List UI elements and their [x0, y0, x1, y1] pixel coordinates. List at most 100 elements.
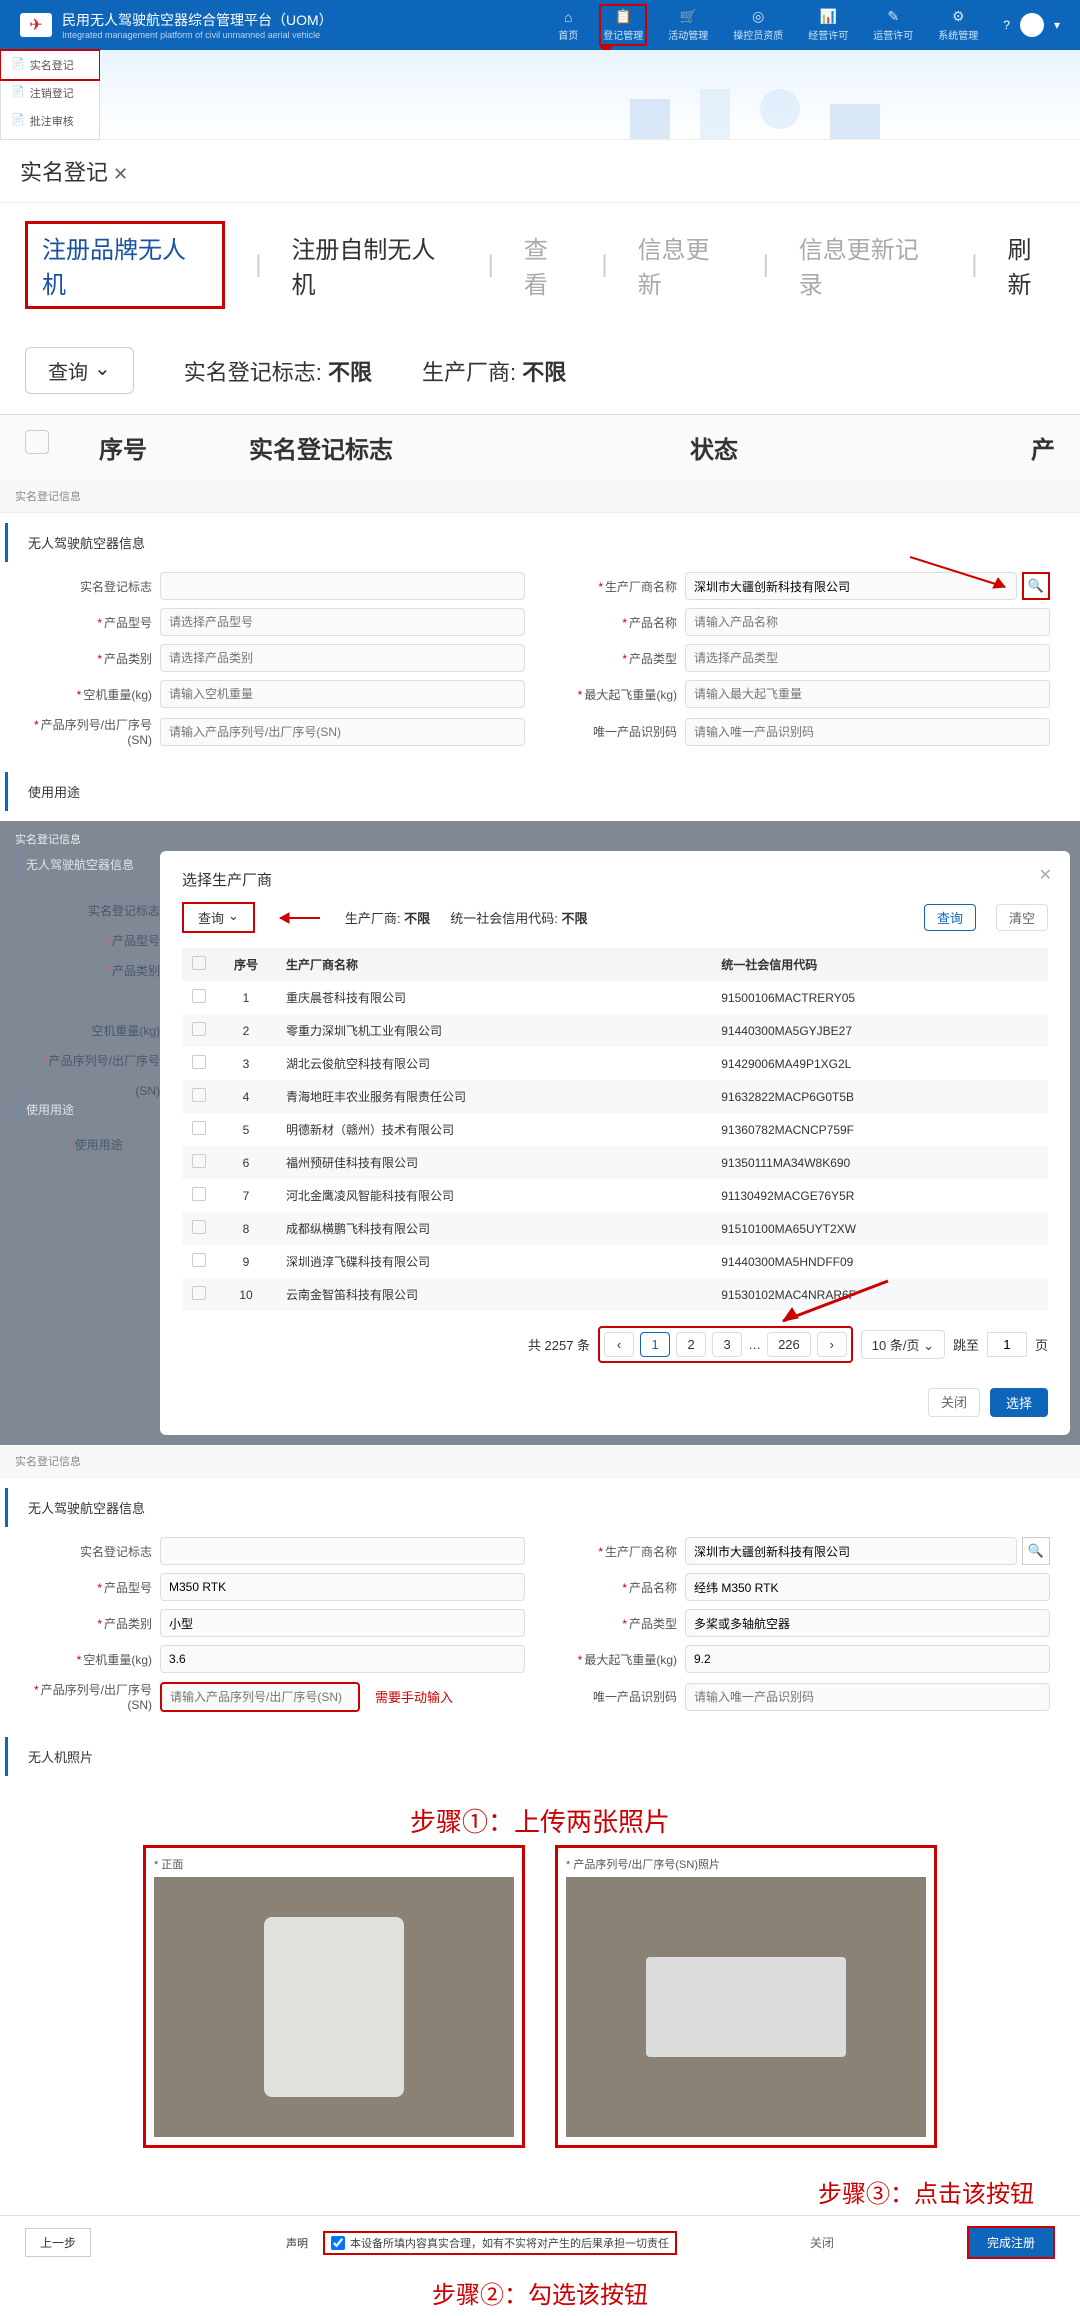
input-weight[interactable] — [160, 680, 525, 708]
nav-license[interactable]: 📊经营许可 — [808, 8, 848, 42]
license-icon: 📊 — [820, 8, 837, 25]
input-model[interactable] — [160, 1573, 525, 1601]
avatar[interactable] — [1020, 13, 1044, 37]
goto-input[interactable] — [987, 1332, 1027, 1357]
top-nav: ⌂首页 📋登记管理 🛒活动管理 ◎操控员资质 📊经营许可 ✎运营许可 ⚙系统管理 — [558, 8, 978, 42]
page-3[interactable]: 3 — [712, 1332, 742, 1357]
input-sn[interactable] — [160, 1682, 360, 1712]
sidebar-item-approve[interactable]: 📄 批注审核 — [1, 107, 99, 135]
cell-code: 91360782MACNCP759F — [711, 1113, 1048, 1146]
row-checkbox[interactable] — [192, 1253, 206, 1267]
page-1[interactable]: 1 — [640, 1332, 670, 1357]
nav-system[interactable]: ⚙系统管理 — [938, 8, 978, 42]
tab-diy[interactable]: 注册自制无人机 — [291, 230, 457, 300]
bg-breadcrumb: 实名登记信息 — [15, 831, 81, 847]
agree-checkbox[interactable] — [331, 2236, 345, 2250]
nav-activity[interactable]: 🛒活动管理 — [668, 8, 708, 42]
table-row[interactable]: 10 云南金智笛科技有限公司 91530102MAC4NRAR6F — [182, 1278, 1048, 1311]
sidebar-item-realname[interactable]: 📄 实名登记 — [1, 51, 99, 79]
table-row[interactable]: 5 明德新材（赣州）技术有限公司 91360782MACNCP759F — [182, 1113, 1048, 1146]
page-last[interactable]: 226 — [767, 1332, 811, 1357]
search-mfr-icon[interactable]: 🔍 — [1022, 572, 1050, 600]
per-page-select[interactable]: 10 条/页 ⌄ — [861, 1330, 945, 1359]
search-mfr-icon[interactable]: 🔍 — [1022, 1537, 1050, 1565]
table-row[interactable]: 6 福州预研佳科技有限公司 91350111MA34W8K690 — [182, 1146, 1048, 1179]
input-pcat[interactable] — [160, 1609, 525, 1637]
modal-search-button[interactable]: 查询 — [924, 904, 976, 931]
table-row[interactable]: 3 湖北云俊航空科技有限公司 91429006MA49P1XG2L — [182, 1047, 1048, 1080]
page-2[interactable]: 2 — [676, 1332, 706, 1357]
close-button[interactable]: 关闭 — [810, 2234, 834, 2251]
help-icon[interactable]: ? — [1003, 18, 1010, 32]
input-mark[interactable] — [160, 572, 525, 600]
tab-refresh[interactable]: 刷新 — [1008, 230, 1055, 300]
row-checkbox[interactable] — [192, 1154, 206, 1168]
row-checkbox[interactable] — [192, 1022, 206, 1036]
row-checkbox[interactable] — [192, 1286, 206, 1300]
table-row[interactable]: 4 青海地旺丰农业服务有限责任公司 91632822MACP6G0T5B — [182, 1080, 1048, 1113]
page-next[interactable]: › — [817, 1332, 847, 1357]
nav-register[interactable]: 📋登记管理 — [603, 8, 643, 42]
label-sn: *产品序列号/出厂序号(SN) — [30, 716, 160, 747]
tab-update[interactable]: 信息更新 — [638, 230, 733, 300]
row-checkbox[interactable] — [192, 1121, 206, 1135]
col-product: 产 — [879, 430, 1055, 465]
agree-checkbox-box[interactable]: 本设备所填内容真实合理，如有不实将对产生的后果承担一切责任 — [323, 2231, 677, 2255]
tab-brand[interactable]: 注册品牌无人机 — [25, 221, 225, 309]
table-row[interactable]: 8 成都纵横鹏飞科技有限公司 91510100MA65UYT2XW — [182, 1212, 1048, 1245]
input-pname[interactable] — [685, 1573, 1050, 1601]
label-uid: 唯一产品识别码 — [555, 1688, 685, 1705]
input-mark[interactable] — [160, 1537, 525, 1565]
nav-home[interactable]: ⌂首页 — [558, 9, 578, 42]
label-sn: *产品序列号/出厂序号(SN) — [30, 1681, 160, 1712]
input-pcat[interactable] — [160, 644, 525, 672]
input-pname[interactable] — [685, 608, 1050, 636]
finish-button[interactable]: 完成注册 — [967, 2226, 1055, 2259]
input-model[interactable] — [160, 608, 525, 636]
breadcrumb: 实名登记信息 — [0, 480, 1080, 513]
select-all-checkbox[interactable] — [25, 430, 49, 454]
table-row[interactable]: 2 零重力深圳飞机工业有限公司 91440300MA5GYJBE27 — [182, 1014, 1048, 1047]
modal-close-icon[interactable]: ✕ — [1039, 865, 1052, 885]
input-max[interactable] — [685, 680, 1050, 708]
input-sn[interactable] — [160, 718, 525, 746]
table-row[interactable]: 7 河北金鹰凌风智能科技有限公司 91130492MACGE76Y5R — [182, 1179, 1048, 1212]
input-max[interactable] — [685, 1645, 1050, 1673]
select-all-checkbox[interactable] — [192, 956, 206, 970]
input-uid[interactable] — [685, 1683, 1050, 1711]
query-dropdown[interactable]: 查询 ⌄ — [25, 347, 134, 394]
sidebar-item-cancel[interactable]: 📄 注销登记 — [1, 79, 99, 107]
photo-sn-box[interactable]: * 产品序列号/出厂序号(SN)照片 — [555, 1845, 937, 2148]
cell-name: 深圳逍淳飞碟科技有限公司 — [276, 1245, 711, 1278]
nav-pilot[interactable]: ◎操控员资质 — [733, 8, 783, 42]
label-pname: *产品名称 — [555, 614, 685, 631]
tab-view[interactable]: 查看 — [524, 230, 571, 300]
modal-backdrop: 实名登记信息 无人驾驶航空器信息 实名登记标志 *产品型号 *产品类别 产品类型… — [0, 821, 1080, 1445]
input-uid[interactable] — [685, 718, 1050, 746]
row-checkbox[interactable] — [192, 1220, 206, 1234]
modal-select-button[interactable]: 选择 — [990, 1388, 1048, 1417]
nav-operate[interactable]: ✎运营许可 — [873, 8, 913, 42]
input-weight[interactable] — [160, 1645, 525, 1673]
row-checkbox[interactable] — [192, 1055, 206, 1069]
close-icon[interactable]: ✕ — [113, 164, 128, 184]
table-row[interactable]: 9 深圳逍淳飞碟科技有限公司 91440300MA5HNDFF09 — [182, 1245, 1048, 1278]
row-checkbox[interactable] — [192, 1187, 206, 1201]
row-checkbox[interactable] — [192, 989, 206, 1003]
modal-clear-button[interactable]: 清空 — [996, 904, 1048, 931]
form-footer: 上一步 声明 本设备所填内容真实合理，如有不实将对产生的后果承担一切责任 关闭 … — [0, 2215, 1080, 2269]
prev-button[interactable]: 上一步 — [25, 2228, 91, 2257]
photo-front-box[interactable]: * 正面 — [143, 1845, 525, 2148]
modal-query-dropdown[interactable]: 查询 ⌄ — [182, 902, 255, 933]
page-prev[interactable]: ‹ — [604, 1332, 634, 1357]
table-row[interactable]: 1 重庆晨苍科技有限公司 91500106MACTRERY05 — [182, 981, 1048, 1014]
tab-history[interactable]: 信息更新记录 — [799, 230, 941, 300]
modal-close-button[interactable]: 关闭 — [928, 1388, 980, 1417]
dropdown-icon[interactable]: ▾ — [1054, 18, 1060, 32]
input-ptype[interactable] — [685, 1609, 1050, 1637]
input-mfr[interactable] — [685, 1537, 1017, 1565]
home-icon: ⌂ — [564, 9, 572, 25]
input-ptype[interactable] — [685, 644, 1050, 672]
row-checkbox[interactable] — [192, 1088, 206, 1102]
wing-icon: ✈ — [20, 13, 52, 37]
